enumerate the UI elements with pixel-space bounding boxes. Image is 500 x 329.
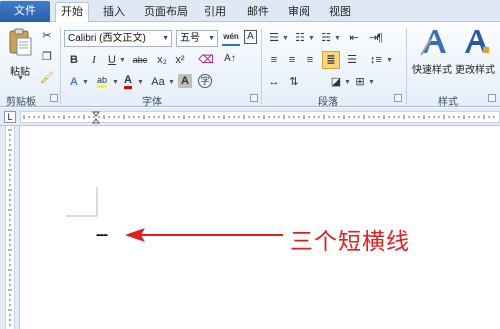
strikethrough-button[interactable]: abc [130,52,150,68]
first-line-indent-marker [92,111,100,117]
bold-button[interactable]: B [66,52,82,68]
copy-icon[interactable]: ❐ [39,49,55,65]
ribbon-tab-bar: 文件 开始 插入 页面布局 引用 邮件 审阅 视图 [0,0,500,23]
underline-button[interactable]: U [104,52,120,68]
separator [406,28,407,104]
sort-icon[interactable]: ⇅ [286,74,302,90]
highlight-button[interactable]: ab [92,73,112,89]
show-marks-icon[interactable]: ¶ [372,30,388,46]
tab-review[interactable]: 审阅 [283,3,315,22]
line-spacing-icon[interactable]: ↕≡ [368,52,384,68]
shading-dropdown-icon[interactable]: ▼ [344,79,351,86]
change-styles-button[interactable]: 更改样式 [454,27,500,89]
underline-dropdown-icon[interactable]: ▼ [119,57,126,64]
change-case-button[interactable]: Aa [148,74,168,90]
change-styles-icon [465,30,489,53]
align-right-icon[interactable]: ≡ [302,52,318,68]
tab-references[interactable]: 引用 [199,3,231,22]
border-dropdown-icon[interactable]: ▼ [368,79,375,86]
annotation-text: 三个短横线 [290,229,410,255]
document-page[interactable]: --- 三个短横线 [21,127,500,329]
font-size-value: 五号 [180,33,200,44]
font-color-button[interactable]: A [120,73,136,89]
bullets-icon[interactable]: ☰ [266,30,282,46]
tab-mailings[interactable]: 邮件 [242,3,274,22]
tab-page-layout[interactable]: 页面布局 [140,3,192,22]
paragraph-group-label: 段落 [318,97,338,108]
ruler-ticks [23,111,495,124]
line-spacing-dropdown-icon[interactable]: ▼ [386,57,393,64]
quick-styles-icon [420,30,446,56]
paste-icon [9,28,32,56]
font-name-value: Calibri (西文正文) [68,33,146,44]
font-group-label: 字体 [142,97,162,108]
separator [60,28,61,104]
char-border-icon[interactable]: A [244,30,257,44]
change-case-dropdown-icon[interactable]: ▼ [168,79,175,86]
border-icon[interactable]: ⊞ [352,74,368,90]
shading-icon[interactable]: ◪ [328,74,344,90]
clear-formatting-icon[interactable]: ⌫ [198,52,214,68]
justify-icon[interactable]: ≣ [322,51,340,69]
numbering-icon[interactable]: ☷ [292,30,308,46]
tab-file[interactable]: 文件 [0,1,50,22]
change-styles-label: 更改样式 [455,65,495,76]
font-size-combo[interactable]: 五号 ▼ [176,30,218,47]
grow-font-icon[interactable]: A↑ [222,51,238,67]
bullets-dropdown-icon[interactable]: ▼ [282,35,289,42]
text-effects-dropdown-icon[interactable]: ▼ [82,79,89,86]
vertical-ruler[interactable] [0,126,20,329]
highlight-dropdown-icon[interactable]: ▼ [112,79,119,86]
separator [261,28,262,104]
styles-launcher-icon[interactable] [488,94,496,102]
font-launcher-icon[interactable] [250,94,258,102]
hanging-indent-marker [92,118,100,124]
distributed-icon[interactable]: ☰ [344,52,360,68]
paragraph-launcher-icon[interactable] [394,94,402,102]
multilevel-list-icon[interactable]: ☵ [318,30,334,46]
chevron-down-icon: ▼ [162,35,169,42]
tab-insert[interactable]: 插入 [98,3,130,22]
ruler-ticks [8,129,12,326]
font-color-letter: A [124,74,132,89]
clipboard-group-label: 剪贴板 [6,97,36,108]
annotation-arrow [125,228,283,242]
horizontal-ruler[interactable]: L [0,108,500,126]
align-left-icon[interactable]: ≡ [266,52,282,68]
char-shading-button[interactable]: A [178,74,192,88]
cut-icon[interactable]: ✂ [39,28,55,44]
font-name-combo[interactable]: Calibri (西文正文) ▼ [64,30,172,47]
enclose-char-button[interactable]: 字 [198,74,212,88]
numbering-dropdown-icon[interactable]: ▼ [308,35,315,42]
chevron-down-icon: ▼ [208,35,215,42]
ribbon: 粘贴 ▼ ✂ ❐ 🖌 剪贴板 Calibri (西文正文) ▼ 五号 ▼ wén… [0,22,500,108]
chinese-layout-icon[interactable]: ↔ [266,74,282,90]
decrease-indent-icon[interactable]: ⇤ [346,30,362,46]
quick-styles-label: 快速样式 [412,65,452,76]
format-painter-icon[interactable]: 🖌 [39,70,55,86]
tab-view[interactable]: 视图 [324,3,356,22]
phonetic-guide-icon[interactable]: wén [222,30,240,46]
tab-home[interactable]: 开始 [55,2,89,23]
clipboard-launcher-icon[interactable] [50,94,58,102]
quick-styles-button[interactable]: 快速样式 [412,27,456,89]
text-effects-icon[interactable]: A [66,74,82,90]
multilevel-dropdown-icon[interactable]: ▼ [334,35,341,42]
subscript-button[interactable]: x₂ [154,52,170,68]
highlight-letter: ab [96,75,107,88]
paste-dropdown-icon: ▼ [17,75,24,82]
italic-button[interactable]: I [86,52,102,68]
align-center-icon[interactable]: ≡ [284,52,300,68]
paste-button[interactable]: 粘贴 ▼ [6,27,34,85]
superscript-button[interactable]: x² [172,52,188,68]
font-color-dropdown-icon[interactable]: ▼ [137,79,144,86]
styles-group-label: 样式 [438,97,458,108]
